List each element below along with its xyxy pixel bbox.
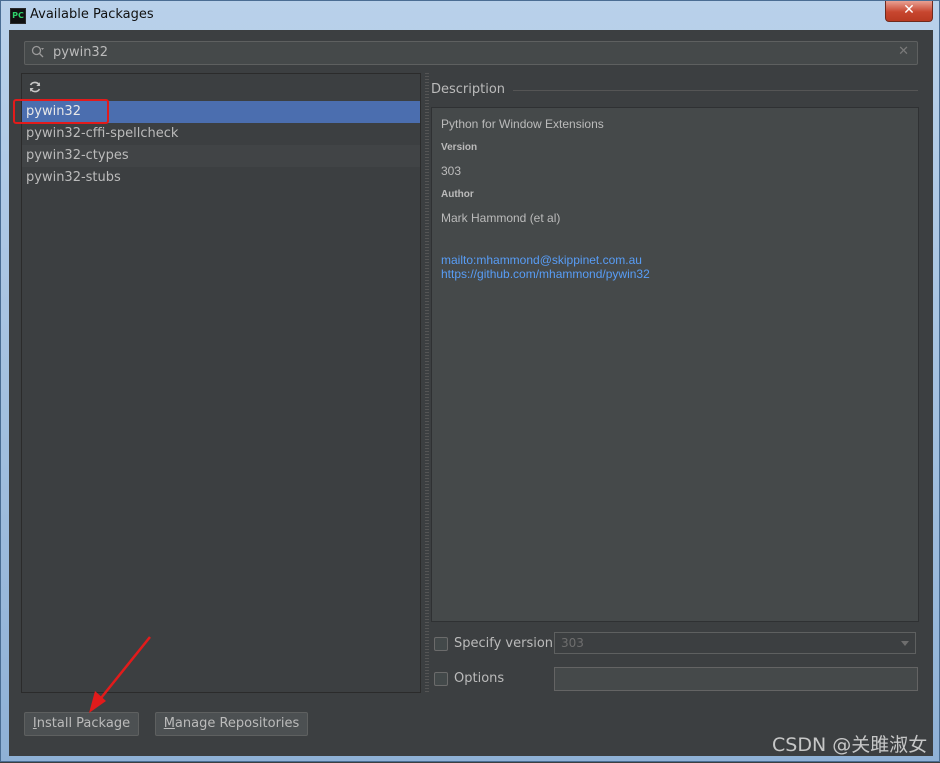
red-highlight-annotation [13, 99, 109, 124]
search-input[interactable] [53, 44, 873, 61]
search-box[interactable]: ✕ [24, 41, 918, 65]
author-heading: Author [441, 189, 474, 200]
manage-repositories-button[interactable]: Manage Repositories [155, 712, 308, 736]
mailto-link[interactable]: mailto:mhammond@skippinet.com.au [441, 253, 642, 267]
window-frame: PC Available Packages ✕ ✕ pywin32 [0, 0, 940, 762]
pycharm-app-icon: PC [10, 8, 26, 24]
github-link[interactable]: https://github.com/mhammond/pywin32 [441, 267, 650, 281]
dialog-content: ✕ pywin32 pywin32-cffi-spellcheck pywin3… [9, 30, 933, 756]
refresh-icon[interactable] [28, 80, 42, 94]
specify-version-label: Specify version [454, 636, 554, 651]
window-title: Available Packages [30, 7, 154, 22]
specify-version-checkbox[interactable] [434, 637, 448, 651]
version-select[interactable]: 303 [554, 632, 916, 654]
close-button[interactable]: ✕ [885, 1, 933, 22]
description-label: Description [431, 82, 506, 97]
version-heading: Version [441, 142, 478, 153]
options-checkbox[interactable] [434, 672, 448, 686]
install-package-button[interactable]: Install Package [24, 712, 139, 736]
search-icon[interactable] [31, 45, 45, 59]
title-bar: PC Available Packages ✕ [1, 1, 940, 29]
options-input[interactable] [554, 667, 918, 691]
manage-mnemonic: M [163, 716, 175, 731]
description-divider [513, 90, 918, 91]
package-summary: Python for Window Extensions [441, 117, 604, 131]
package-list-panel: pywin32 pywin32-cffi-spellcheck pywin32-… [21, 73, 421, 693]
description-panel: Python for Window Extensions Version 303… [431, 107, 919, 622]
package-item-pywin32-ctypes[interactable]: pywin32-ctypes [22, 145, 420, 167]
package-item-pywin32-cffi-spellcheck[interactable]: pywin32-cffi-spellcheck [22, 123, 420, 145]
version-select-value: 303 [561, 636, 584, 650]
options-label: Options [454, 671, 505, 686]
version-value: 303 [441, 164, 462, 178]
csdn-watermark: CSDN @关雎淑女 [772, 734, 928, 756]
install-label-rest: nstall Package [36, 716, 131, 731]
package-item-pywin32-stubs[interactable]: pywin32-stubs [22, 167, 420, 189]
manage-label-rest: anage Repositories [174, 716, 300, 731]
author-value: Mark Hammond (et al) [441, 211, 561, 225]
clear-search-icon[interactable]: ✕ [898, 44, 909, 59]
chevron-down-icon [901, 641, 909, 646]
splitter-handle[interactable] [425, 73, 429, 693]
